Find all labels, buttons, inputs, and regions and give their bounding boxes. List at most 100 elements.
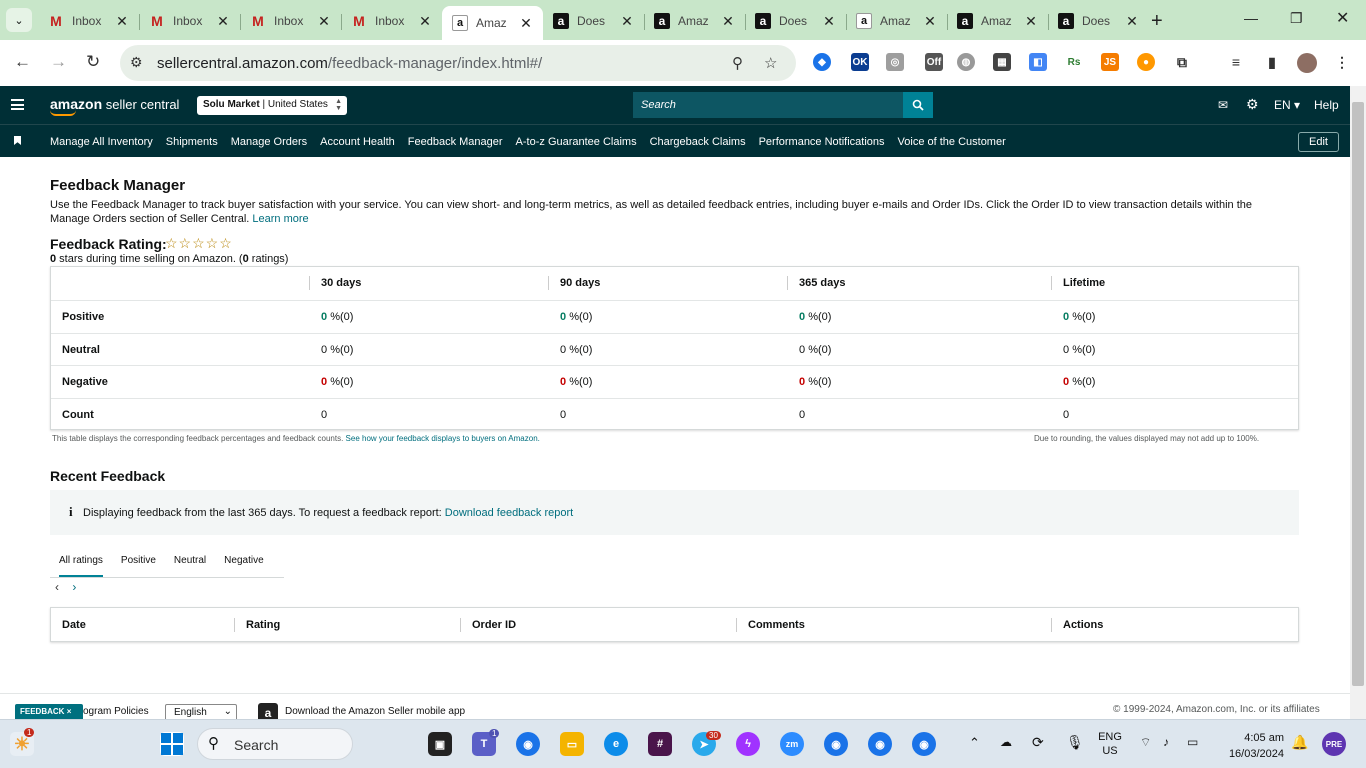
browser-tab[interactable]: a Amaz ✕ [644, 7, 745, 35]
nav-link-feedback-manager[interactable]: Feedback Manager [408, 136, 503, 148]
browser-tab[interactable]: a Does ✕ [745, 7, 846, 35]
edit-nav-button[interactable]: Edit [1298, 132, 1339, 152]
extension-off-icon[interactable]: Off [925, 53, 943, 71]
sync-icon[interactable]: ⟳ [1032, 734, 1044, 751]
close-icon[interactable]: ✕ [820, 13, 838, 30]
search-input[interactable]: Search [633, 92, 903, 118]
media-controls-icon[interactable]: ≡ [1227, 53, 1245, 71]
bookmark-icon[interactable] [14, 136, 21, 145]
windows-start-icon[interactable] [160, 732, 184, 756]
profile-avatar[interactable] [1297, 53, 1317, 73]
close-icon[interactable]: ✕ [517, 15, 535, 32]
forward-button[interactable]: → [50, 52, 67, 72]
browser-menu-icon[interactable]: ⋮ [1333, 53, 1351, 71]
browser-tab[interactable]: M Inbox ✕ [240, 7, 341, 35]
settings-gear-icon[interactable]: ⚙ [1246, 96, 1259, 113]
new-tab-button[interactable]: + [1151, 10, 1163, 33]
extension-icon-3[interactable]: ◎ [886, 53, 904, 71]
close-icon[interactable]: ✕ [719, 13, 737, 30]
close-window-button[interactable]: ✕ [1336, 8, 1349, 28]
nav-link-manage-orders[interactable]: Manage Orders [231, 136, 307, 148]
zoom-icon[interactable]: ⚲ [732, 54, 743, 72]
column-header-date[interactable]: Date [62, 619, 86, 631]
edge-icon[interactable]: e [604, 732, 628, 756]
column-header-rating[interactable]: Rating [246, 619, 280, 631]
close-icon[interactable]: ✕ [416, 13, 434, 30]
next-page-icon[interactable]: › [72, 580, 76, 594]
side-panel-icon[interactable]: ▮ [1263, 53, 1281, 71]
browser-tab[interactable]: M Inbox ✕ [38, 7, 139, 35]
extension-icon-7[interactable]: ◧ [1029, 53, 1047, 71]
learn-more-link[interactable]: Learn more [252, 213, 308, 225]
battery-icon[interactable]: ▭ [1187, 735, 1198, 749]
hamburger-menu-icon[interactable] [11, 99, 24, 110]
browser-tab[interactable]: a Does ✕ [1048, 7, 1149, 35]
program-policies-link[interactable]: ogram Policies [83, 706, 149, 717]
extension-icon-1[interactable]: ◆ [813, 53, 831, 71]
minimize-button[interactable]: — [1244, 10, 1258, 26]
tab-search-button[interactable]: ⌄ [6, 8, 32, 32]
nav-link-performance-notifications[interactable]: Performance Notifications [759, 136, 885, 148]
extension-icon-10[interactable]: ● [1137, 53, 1155, 71]
nav-link-voice-of-the-customer[interactable]: Voice of the Customer [898, 136, 1006, 148]
bookmark-star-icon[interactable]: ☆ [764, 54, 777, 72]
zoom-app-icon[interactable]: zm [780, 732, 804, 756]
extension-ok-icon[interactable]: OK [851, 53, 869, 71]
browser-tab[interactable]: a Does ✕ [543, 7, 644, 35]
clock[interactable]: 4:05 am 16/03/2024 [1218, 730, 1284, 762]
tab-positive[interactable]: Positive [121, 549, 156, 577]
messenger-icon[interactable]: ϟ [736, 732, 760, 756]
marketplace-selector[interactable]: Solu Market | United States ▲ ▼ [197, 96, 347, 115]
browser-tab[interactable]: M Inbox ✕ [139, 7, 240, 35]
column-header-actions[interactable]: Actions [1063, 619, 1103, 631]
tab-negative[interactable]: Negative [224, 549, 263, 577]
address-bar[interactable]: ⚙ sellercentral.amazon.com/feedback-mana… [120, 45, 796, 81]
close-icon[interactable]: ✕ [113, 13, 131, 30]
close-icon[interactable]: × [67, 707, 72, 716]
microphone-icon[interactable]: 🎙 [1066, 734, 1084, 751]
extension-js-icon[interactable]: JS [1101, 53, 1119, 71]
network-drive-icon[interactable]: ☁ [1000, 735, 1012, 749]
close-icon[interactable]: ✕ [921, 13, 939, 30]
chrome-profile-3-icon[interactable]: ◉ [912, 732, 936, 756]
nav-link-a-to-z-guarantee-claims[interactable]: A-to-z Guarantee Claims [516, 136, 637, 148]
taskbar-search[interactable]: ⚲ Search [197, 728, 353, 760]
reload-button[interactable]: ↻ [86, 52, 100, 72]
task-view-icon[interactable]: ▣ [428, 732, 452, 756]
tab-all-ratings[interactable]: All ratings [59, 549, 103, 577]
input-language[interactable]: ENG US [1097, 730, 1123, 758]
mail-icon[interactable]: ✉ [1218, 98, 1228, 112]
column-header-comments[interactable]: Comments [748, 619, 805, 631]
chrome-profile-2-icon[interactable]: ◉ [868, 732, 892, 756]
browser-tab[interactable]: a Amaz ✕ [947, 7, 1048, 35]
nav-link-shipments[interactable]: Shipments [166, 136, 218, 148]
back-button[interactable]: ← [14, 52, 31, 72]
browser-tab[interactable]: a Amaz ✕ [846, 7, 947, 35]
close-icon[interactable]: ✕ [618, 13, 636, 30]
scrollbar-thumb[interactable] [1352, 102, 1364, 686]
help-link[interactable]: Help [1314, 98, 1339, 112]
extension-globe-icon[interactable]: ◍ [957, 53, 975, 71]
volume-icon[interactable]: ♪ [1163, 735, 1169, 749]
extension-qr-icon[interactable]: ▦ [993, 53, 1011, 71]
wifi-icon[interactable]: ⌔ [1140, 735, 1151, 750]
close-icon[interactable]: ✕ [315, 13, 333, 30]
browser-tab[interactable]: M Inbox ✕ [341, 7, 442, 35]
close-icon[interactable]: ✕ [214, 13, 232, 30]
file-explorer-icon[interactable]: ▭ [560, 732, 584, 756]
language-selector[interactable]: EN ▾ [1274, 98, 1300, 112]
buyer-display-link[interactable]: See how your feedback displays to buyers… [346, 434, 540, 443]
chrome-profile-1-icon[interactable]: ◉ [824, 732, 848, 756]
search-button[interactable] [903, 92, 933, 118]
mobile-app-link[interactable]: Download the Amazon Seller mobile app [285, 706, 465, 717]
prev-page-icon[interactable]: ‹ [55, 580, 59, 594]
slack-icon[interactable]: # [648, 732, 672, 756]
restore-button[interactable]: ❐ [1290, 10, 1303, 27]
nav-link-chargeback-claims[interactable]: Chargeback Claims [650, 136, 746, 148]
download-report-link[interactable]: Download feedback report [445, 507, 573, 519]
nav-link-account-health[interactable]: Account Health [320, 136, 395, 148]
site-info-icon[interactable]: ⚙ [130, 54, 143, 71]
feedback-badge[interactable]: FEEDBACK × [15, 704, 83, 720]
page-scrollbar[interactable] [1350, 86, 1366, 719]
extension-rs-icon[interactable]: Rs [1065, 53, 1083, 71]
